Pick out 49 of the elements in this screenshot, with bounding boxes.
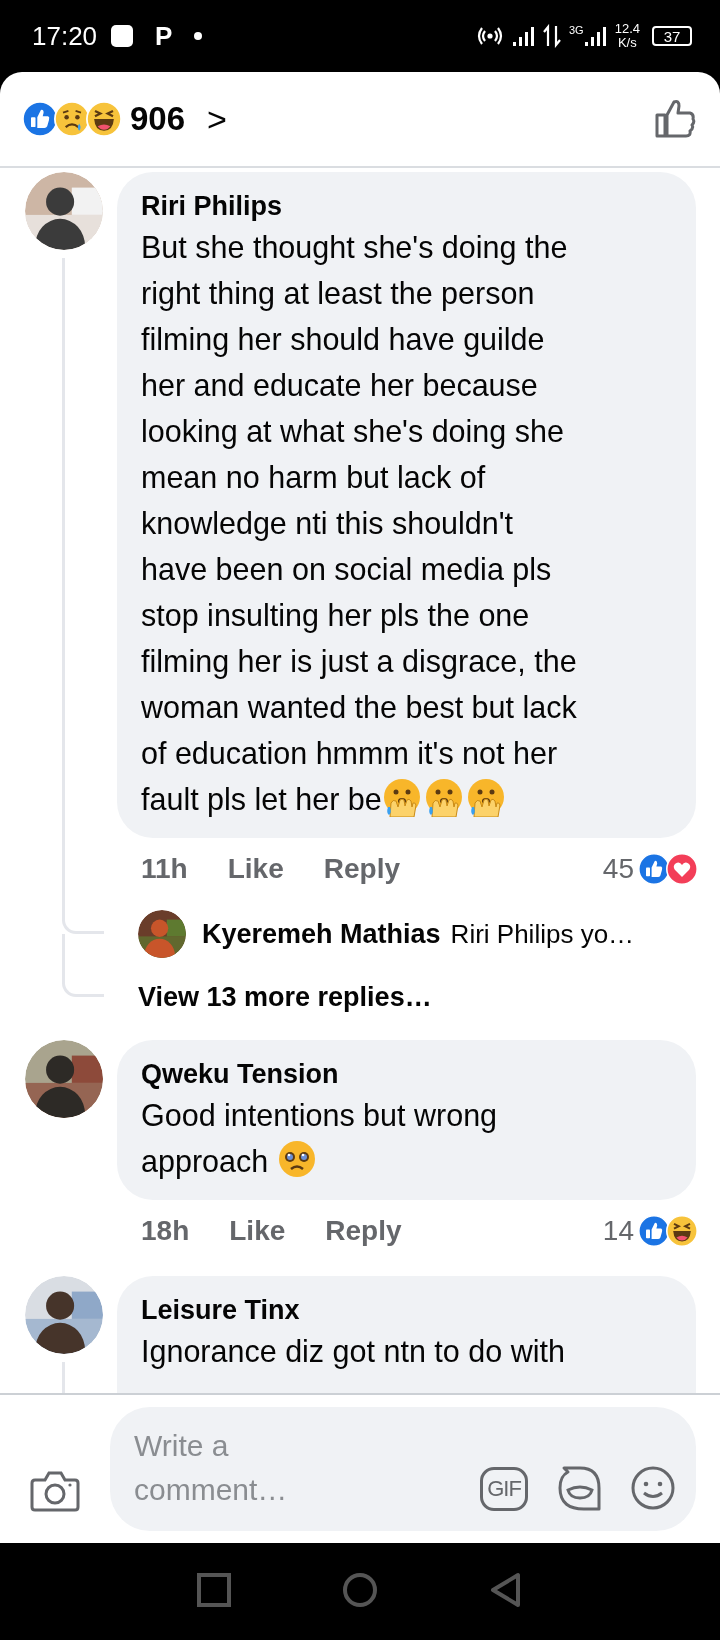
comment-time: 11h	[141, 853, 188, 885]
like-reaction-icon	[22, 101, 58, 137]
hand-over-mouth-emoji-icon	[381, 777, 422, 817]
pleading-face-emoji-icon	[276, 1139, 317, 1179]
signal-icon	[513, 25, 535, 47]
commenter-name[interactable]: Qweku Tension	[141, 1056, 672, 1092]
like-reaction-icon	[638, 1215, 670, 1247]
camera-button[interactable]	[30, 1469, 80, 1515]
laughing-reaction-icon	[86, 101, 122, 137]
sad-reaction-icon	[54, 101, 90, 137]
reaction-count[interactable]: 906	[130, 100, 186, 138]
square-icon	[196, 1572, 232, 1608]
battery-icon: 37	[652, 26, 692, 46]
notification-letter: P	[155, 20, 173, 52]
speed-unit: K/s	[617, 36, 637, 50]
hand-over-mouth-emoji-icon	[423, 777, 464, 817]
reply-link[interactable]: Reply	[325, 1215, 402, 1247]
gif-button[interactable]: GIF	[480, 1467, 528, 1511]
like-reaction-icon	[638, 853, 670, 885]
reply-link[interactable]: Reply	[323, 853, 400, 885]
comment-text: Good intentions but wrong approach	[141, 1097, 499, 1181]
chevron[interactable]: >	[207, 99, 227, 139]
speed-value: 12.4	[614, 22, 640, 36]
comment-time: 18h	[141, 1215, 190, 1247]
reply-preview: Riri Philips yo…	[450, 918, 635, 950]
reaction-count[interactable]: 14	[602, 1215, 634, 1247]
clock-time: 17:20	[32, 20, 98, 52]
comment-text: But she thought she's doing the right thing at least the person filming her should have guilde her and educate her because looking at what she's doing she mean no harm but lack of knowledge nti this shouldn't have been on social media pls stop insulting her pls the one filming her is just a disgrace, the woman wanted the best but lack of education hmmm it's not her fault pls let her be	[141, 229, 578, 819]
network-type: 3G	[569, 25, 584, 36]
hotspot-icon	[475, 25, 505, 47]
like-link[interactable]: Like	[229, 1215, 286, 1247]
like-link[interactable]: Like	[227, 853, 284, 885]
smiley-icon	[630, 1464, 676, 1511]
hand-over-mouth-emoji-icon	[465, 777, 506, 817]
heart-reaction-icon	[666, 853, 698, 885]
view-more-replies-link[interactable]: View 13 more replies…	[104, 981, 432, 1013]
circle-icon	[342, 1572, 378, 1608]
commenter-name[interactable]: Riri Philips	[141, 188, 672, 224]
notification-square-icon	[111, 25, 134, 47]
data-arrows-icon	[543, 24, 561, 48]
laughing-reaction-icon	[666, 1215, 698, 1247]
comment-input-field[interactable]: Write a comment… GIF	[110, 1407, 696, 1531]
comment-text: Ignorance diz got ntn to do with	[141, 1333, 566, 1371]
reply-author[interactable]: Kyeremeh Mathias	[202, 918, 441, 950]
camera-icon	[30, 1469, 80, 1512]
signal-icon	[584, 25, 607, 47]
commenter-name[interactable]: Leisure Tinx	[141, 1292, 672, 1328]
notification-dot-icon	[194, 32, 203, 40]
reaction-count[interactable]: 45	[602, 853, 634, 885]
